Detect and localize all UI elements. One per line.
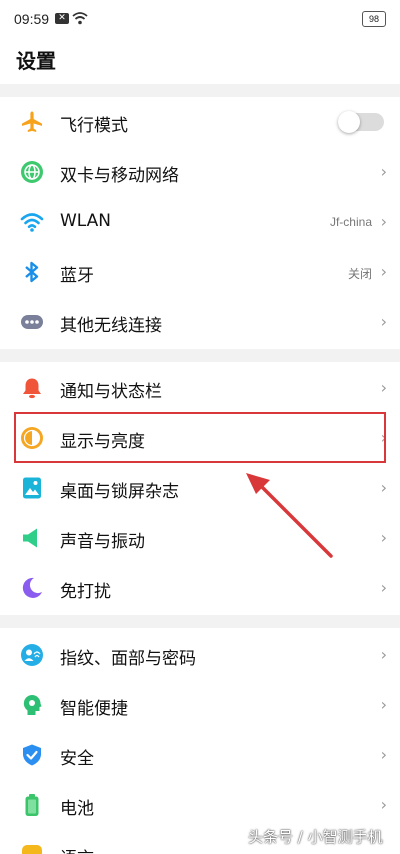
sound-vibration-row[interactable]: 声音与振动 › bbox=[0, 513, 400, 563]
globe-icon bbox=[21, 161, 43, 183]
fingerprint-face-password-row[interactable]: 指纹、面部与密码 › bbox=[0, 630, 400, 680]
fingerprint-icon bbox=[21, 644, 43, 666]
do-not-disturb-label: 免打扰 bbox=[60, 582, 111, 602]
page-title: 设置 bbox=[16, 49, 56, 73]
desktop-lockscreen-row[interactable]: 桌面与锁屏杂志 › bbox=[0, 463, 400, 513]
toggle-knob bbox=[338, 111, 360, 133]
battery-indicator: 98 bbox=[362, 11, 386, 27]
security-system-group: 指纹、面部与密码 › 智能便捷 › 安全 › 电池 › 语言 bbox=[0, 628, 400, 854]
notification-statusbar-label: 通知与状态栏 bbox=[60, 382, 162, 402]
wifi-icon bbox=[20, 213, 44, 232]
status-bar: 09:59 ✕ 98 bbox=[0, 0, 400, 40]
settings-header: 设置 bbox=[0, 40, 400, 84]
smart-assist-icon bbox=[23, 695, 42, 715]
wlan-network-name: Jf-china bbox=[329, 215, 372, 229]
watermark: 头条号 / 小智测手机 bbox=[248, 828, 383, 846]
status-time: 09:59 bbox=[14, 11, 50, 27]
desktop-lockscreen-label: 桌面与锁屏杂志 bbox=[60, 482, 179, 502]
connectivity-group: 飞行模式 双卡与移动网络 › WLAN Jf-china › 蓝牙 关闭 › 其… bbox=[0, 97, 400, 349]
wifi-status-icon bbox=[72, 12, 88, 25]
other-wireless-label: 其他无线连接 bbox=[60, 316, 162, 336]
wallpaper-icon bbox=[23, 477, 41, 499]
moon-icon bbox=[22, 577, 42, 598]
battery-row[interactable]: 电池 › bbox=[0, 780, 400, 830]
chevron-right-icon: › bbox=[380, 695, 387, 714]
dual-sim-network-row[interactable]: 双卡与移动网络 › bbox=[0, 147, 400, 197]
security-label: 安全 bbox=[60, 749, 94, 769]
display-sound-group: 通知与状态栏 › 显示与亮度 › 桌面与锁屏杂志 › 声音与振动 › 免打扰 › bbox=[0, 362, 400, 615]
highlight-box bbox=[14, 412, 386, 463]
wlan-label: WLAN bbox=[60, 211, 112, 231]
shield-icon bbox=[23, 744, 41, 766]
chevron-right-icon: › bbox=[380, 528, 387, 547]
chevron-right-icon: › bbox=[380, 312, 387, 331]
bluetooth-icon bbox=[25, 261, 39, 283]
chevron-right-icon: › bbox=[380, 745, 387, 764]
airplane-mode-label: 飞行模式 bbox=[60, 116, 128, 136]
chevron-right-icon: › bbox=[380, 795, 387, 814]
battery-icon bbox=[25, 794, 39, 816]
chevron-right-icon: › bbox=[380, 262, 387, 281]
other-wireless-row[interactable]: 其他无线连接 › bbox=[0, 297, 400, 347]
airplane-icon bbox=[22, 111, 42, 132]
smart-assist-label: 智能便捷 bbox=[60, 699, 128, 719]
chevron-right-icon: › bbox=[380, 378, 387, 397]
bell-icon bbox=[23, 378, 41, 399]
bluetooth-status: 关闭 bbox=[347, 267, 372, 281]
wlan-row[interactable]: WLAN Jf-china › bbox=[0, 197, 400, 247]
do-not-disturb-row[interactable]: 免打扰 › bbox=[0, 563, 400, 613]
fingerprint-face-password-label: 指纹、面部与密码 bbox=[60, 649, 196, 669]
chevron-right-icon: › bbox=[380, 478, 387, 497]
chevron-right-icon: › bbox=[380, 212, 387, 231]
speaker-icon bbox=[23, 528, 37, 548]
bluetooth-row[interactable]: 蓝牙 关闭 › bbox=[0, 247, 400, 297]
chevron-right-icon: › bbox=[380, 578, 387, 597]
airplane-mode-row[interactable]: 飞行模式 bbox=[0, 97, 400, 147]
security-row[interactable]: 安全 › bbox=[0, 730, 400, 780]
airplane-mode-toggle[interactable] bbox=[338, 111, 384, 133]
dual-sim-network-label: 双卡与移动网络 bbox=[60, 166, 179, 186]
more-connections-icon bbox=[21, 315, 43, 329]
chevron-right-icon: › bbox=[380, 162, 387, 181]
language-icon bbox=[22, 845, 42, 854]
language-label: 语言 bbox=[60, 844, 94, 854]
smart-assist-row[interactable]: 智能便捷 › bbox=[0, 680, 400, 730]
message-icon: ✕ bbox=[55, 13, 69, 24]
chevron-right-icon: › bbox=[380, 645, 387, 664]
notification-statusbar-row[interactable]: 通知与状态栏 › bbox=[0, 363, 400, 413]
sound-vibration-label: 声音与振动 bbox=[60, 532, 145, 552]
bluetooth-label: 蓝牙 bbox=[60, 266, 94, 286]
battery-label: 电池 bbox=[60, 799, 94, 819]
